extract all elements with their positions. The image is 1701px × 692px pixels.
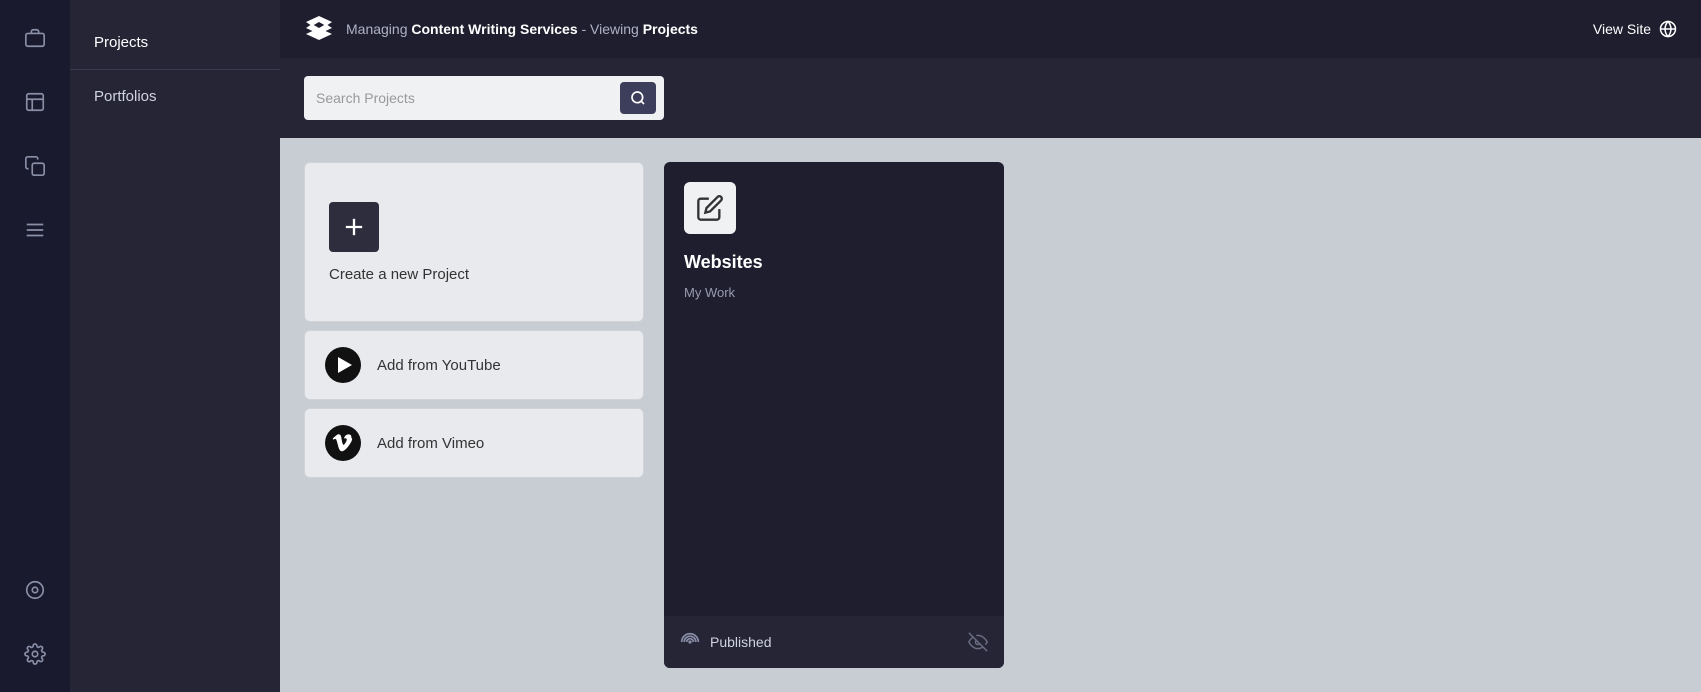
eye-circle-icon[interactable]	[17, 572, 53, 608]
youtube-play-triangle	[338, 357, 352, 373]
left-nav: Projects Portfolios	[70, 0, 280, 692]
create-project-card[interactable]: Create a new Project	[304, 162, 644, 322]
add-vimeo-card[interactable]: Add from Vimeo	[304, 408, 644, 478]
icon-sidebar	[0, 0, 70, 692]
project-card-footer: Published	[664, 616, 1004, 668]
create-project-label: Create a new Project	[329, 266, 469, 283]
eye-off-icon[interactable]	[968, 632, 988, 652]
sidebar-item-portfolios[interactable]: Portfolios	[70, 78, 280, 115]
project-name: Websites	[684, 252, 984, 273]
plus-icon-box	[329, 202, 379, 252]
search-area	[280, 58, 1701, 138]
project-subtitle: My Work	[684, 285, 984, 300]
book-icon[interactable]	[17, 84, 53, 120]
breadcrumb: Managing Content Writing Services - View…	[346, 21, 1581, 37]
content-area: Create a new Project Add from YouTube Ad…	[280, 138, 1701, 692]
briefcase-icon[interactable]	[17, 20, 53, 56]
vimeo-label: Add from Vimeo	[377, 435, 484, 452]
cards-column: Create a new Project Add from YouTube Ad…	[304, 162, 644, 668]
search-input[interactable]	[316, 90, 620, 106]
sidebar-item-projects[interactable]: Projects	[70, 24, 280, 61]
youtube-icon	[325, 347, 361, 383]
view-site-label: View Site	[1593, 21, 1651, 37]
nav-divider	[70, 69, 280, 70]
list-icon[interactable]	[17, 212, 53, 248]
top-bar: Managing Content Writing Services - View…	[280, 0, 1701, 58]
search-box	[304, 76, 664, 120]
project-card-body: Websites My Work	[664, 162, 1004, 616]
published-status: Published	[710, 634, 958, 650]
project-card-websites[interactable]: Websites My Work Published	[664, 162, 1004, 668]
view-site-button[interactable]: View Site	[1593, 20, 1677, 38]
copy-icon[interactable]	[17, 148, 53, 184]
brand-icon	[304, 14, 334, 44]
main-area: Managing Content Writing Services - View…	[280, 0, 1701, 692]
search-button[interactable]	[620, 82, 656, 114]
pencil-icon-box	[684, 182, 736, 234]
settings-icon[interactable]	[17, 636, 53, 672]
add-youtube-card[interactable]: Add from YouTube	[304, 330, 644, 400]
youtube-label: Add from YouTube	[377, 357, 501, 374]
vimeo-icon	[325, 425, 361, 461]
broadcast-icon	[680, 632, 700, 652]
